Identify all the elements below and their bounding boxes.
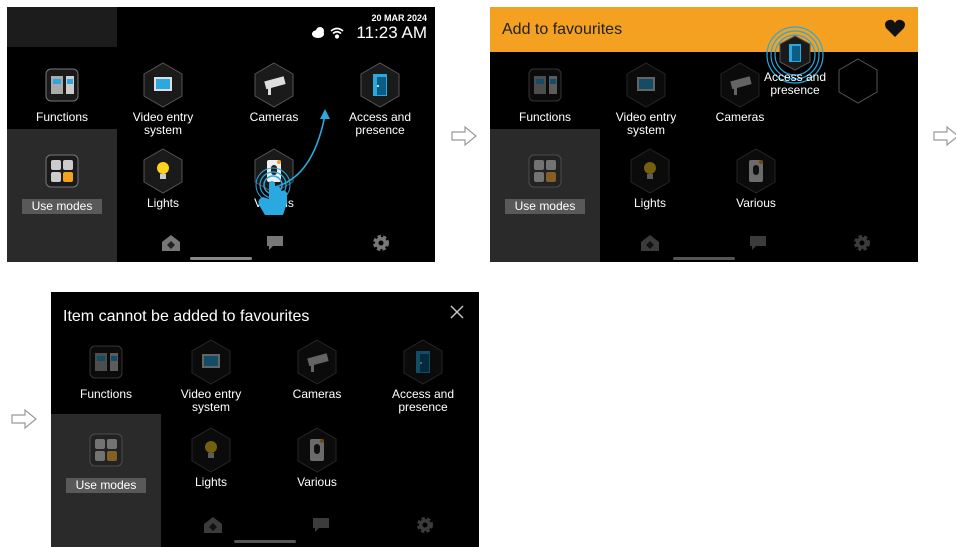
- tile-access-dragging[interactable]: Access and presence: [745, 25, 845, 97]
- close-icon[interactable]: [449, 304, 465, 320]
- various-icon: [295, 426, 339, 474]
- tile-video-entry[interactable]: Video entry system: [161, 338, 261, 414]
- next-arrow-icon: [451, 125, 477, 147]
- intercom-icon: [528, 68, 562, 102]
- bulb-icon: [189, 426, 233, 474]
- drag-gesture: [255, 109, 330, 215]
- monitor-icon: [141, 61, 185, 109]
- tile-use-modes[interactable]: Use modes: [495, 147, 595, 215]
- tile-functions[interactable]: Functions: [12, 61, 112, 124]
- tile-access[interactable]: Access and presence: [330, 61, 430, 137]
- time-label: 11:23 AM: [356, 23, 427, 42]
- tile-label: Access and presence: [348, 110, 412, 137]
- tile-various[interactable]: Various: [706, 147, 806, 210]
- error-header: Item cannot be added to favourites: [51, 292, 479, 337]
- door-icon: [358, 61, 402, 109]
- tile-label: Functions: [518, 110, 572, 124]
- chat-icon[interactable]: [748, 234, 768, 252]
- tile-various[interactable]: Various: [267, 426, 367, 489]
- tap-hand-icon: [258, 181, 287, 215]
- home-indicator[interactable]: [190, 257, 252, 260]
- tile-label: Use modes: [21, 199, 103, 214]
- tile-use-modes[interactable]: Use modes: [12, 147, 112, 215]
- gear-icon[interactable]: [415, 516, 435, 534]
- camera-icon: [295, 338, 339, 386]
- monitor-icon: [189, 338, 233, 386]
- camera-icon: [252, 61, 296, 109]
- screen-home: 20 MAR 2024 11:23 AM Functions Video ent…: [7, 7, 435, 262]
- tile-use-modes[interactable]: Use modes: [56, 426, 156, 494]
- tile-label: Various: [736, 196, 776, 210]
- gear-icon[interactable]: [852, 234, 872, 252]
- tile-label: Video entry system: [180, 387, 242, 414]
- tile-label: Video entry system: [615, 110, 677, 137]
- tile-label: Lights: [633, 196, 667, 210]
- tile-functions[interactable]: Functions: [56, 338, 156, 401]
- tile-label: Access and presence: [763, 70, 827, 97]
- home-icon[interactable]: [161, 234, 181, 252]
- bulb-icon: [628, 147, 672, 195]
- heart-icon[interactable]: [884, 17, 906, 39]
- tile-lights[interactable]: Lights: [161, 426, 261, 489]
- home-icon[interactable]: [203, 516, 223, 534]
- intercom-icon: [45, 68, 79, 102]
- chat-icon[interactable]: [265, 234, 285, 252]
- chat-icon[interactable]: [311, 516, 331, 534]
- use-modes-icon: [528, 154, 562, 188]
- header-title: Item cannot be added to favourites: [63, 308, 310, 325]
- various-icon: [734, 147, 778, 195]
- tile-functions[interactable]: Functions: [495, 61, 595, 124]
- header-title: Add to favourites: [502, 21, 623, 38]
- tile-label: Functions: [79, 387, 133, 401]
- screen-add-favourites: Add to favourites Functions Video entry …: [490, 7, 918, 262]
- screen-cannot-add: Item cannot be added to favourites Funct…: [51, 292, 479, 547]
- cloud-icon: [312, 27, 324, 38]
- tile-access[interactable]: Access and presence: [373, 338, 473, 414]
- tile-label: Cameras: [292, 387, 342, 401]
- sidebar-top: [7, 7, 117, 47]
- tile-cameras[interactable]: Cameras: [267, 338, 367, 401]
- use-modes-icon: [45, 154, 79, 188]
- tile-video-entry[interactable]: Video entry system: [596, 61, 696, 137]
- bulb-icon: [141, 147, 185, 195]
- gear-icon[interactable]: [371, 234, 391, 252]
- favourites-header: Add to favourites: [490, 7, 918, 52]
- next-arrow-icon: [11, 408, 37, 430]
- home-indicator[interactable]: [234, 540, 296, 543]
- tile-video-entry[interactable]: Video entry system: [113, 61, 213, 137]
- tile-label: Use modes: [65, 478, 147, 493]
- status-icons: [312, 27, 344, 39]
- home-indicator[interactable]: [673, 257, 735, 260]
- intercom-icon: [89, 345, 123, 379]
- tile-lights[interactable]: Lights: [600, 147, 700, 210]
- tile-label: Video entry system: [132, 110, 194, 137]
- use-modes-icon: [89, 433, 123, 467]
- tile-label: Cameras: [715, 110, 765, 124]
- tile-label: Lights: [146, 196, 180, 210]
- tile-label: Functions: [35, 110, 89, 124]
- tile-label: Use modes: [504, 199, 586, 214]
- tile-label: Lights: [194, 475, 228, 489]
- tile-label: Various: [297, 475, 337, 489]
- door-icon: [401, 338, 445, 386]
- tile-label: Access and presence: [391, 387, 455, 414]
- monitor-icon: [624, 61, 668, 109]
- next-arrow-icon: [933, 125, 956, 147]
- tile-lights[interactable]: Lights: [113, 147, 213, 210]
- date-label: 20 MAR 2024: [371, 13, 427, 23]
- home-icon[interactable]: [640, 234, 660, 252]
- wifi-icon: [330, 27, 344, 39]
